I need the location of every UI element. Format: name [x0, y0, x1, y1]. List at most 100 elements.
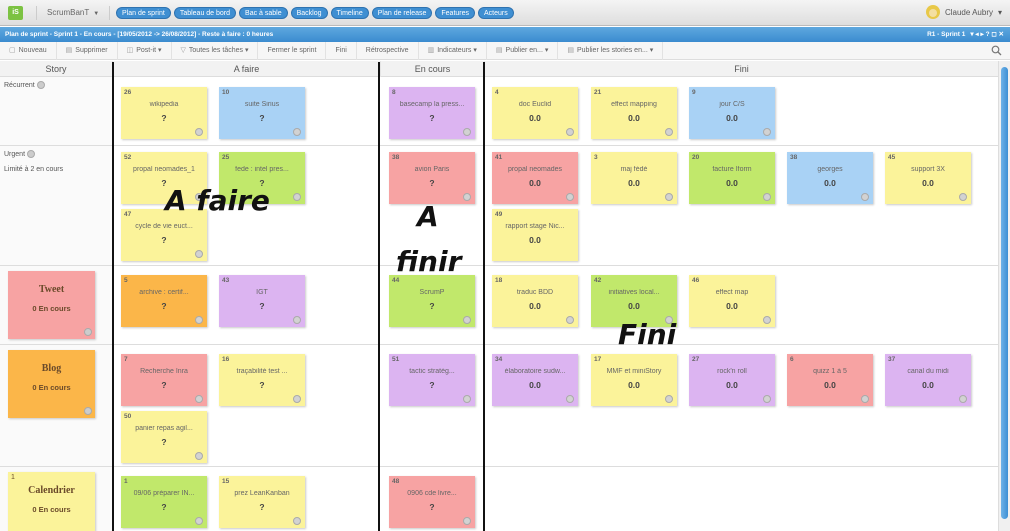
status-icon[interactable]: [195, 128, 203, 136]
nav-acteurs[interactable]: Acteurs: [478, 7, 514, 19]
status-icon[interactable]: [959, 395, 967, 403]
card-value: ?: [259, 502, 265, 512]
task-card[interactable]: 6 quizz 1 à 5 0.0: [787, 354, 873, 406]
status-icon[interactable]: [763, 316, 771, 324]
status-icon[interactable]: [763, 395, 771, 403]
status-icon[interactable]: [293, 517, 301, 525]
story-card-calendrier[interactable]: 1 Calendrier 0 En cours: [8, 472, 95, 531]
story-card-tweet[interactable]: Tweet 0 En cours: [8, 271, 95, 339]
status-icon[interactable]: [463, 193, 471, 201]
task-card[interactable]: 20 facture Iform 0.0: [689, 152, 775, 204]
nav-backlog[interactable]: Backlog: [290, 7, 328, 19]
status-icon[interactable]: [463, 316, 471, 324]
status-icon[interactable]: [566, 128, 574, 136]
card-title: rapport stage Nic...: [505, 223, 565, 230]
status-icon[interactable]: [195, 250, 203, 258]
nav-plan-de-release[interactable]: Plan de release: [371, 7, 433, 19]
task-card[interactable]: 46 effect map 0.0: [689, 275, 775, 327]
status-icon[interactable]: [861, 395, 869, 403]
search-icon[interactable]: [991, 45, 1002, 56]
status-icon[interactable]: [195, 395, 203, 403]
task-card[interactable]: 7 Recherche Inra?: [121, 354, 207, 406]
task-card[interactable]: 15 prez LeanKanban?: [219, 476, 305, 528]
nav-tableau-de-bord[interactable]: Tableau de bord: [173, 7, 237, 19]
delete-button[interactable]: ▤ Supprimer: [57, 41, 118, 60]
nav-bac-a-sable[interactable]: Bac à sable: [239, 7, 288, 19]
status-icon[interactable]: [293, 316, 301, 324]
task-card[interactable]: 5 archive : certif...?: [121, 275, 207, 327]
task-card[interactable]: 27 rock'n roll 0.0: [689, 354, 775, 406]
task-card[interactable]: 21 effect mapping 0.0: [591, 87, 677, 139]
filter-tasks-button[interactable]: ▽ Toutes les tâches ▾: [172, 41, 259, 60]
task-card[interactable]: 38 georges 0.0: [787, 152, 873, 204]
status-icon[interactable]: [463, 128, 471, 136]
task-card[interactable]: 16 traçabilité test ...?: [219, 354, 305, 406]
task-card[interactable]: 17 MMF et miniStory 0.0: [591, 354, 677, 406]
status-icon[interactable]: [665, 128, 673, 136]
user-menu[interactable]: Claude Aubry ▾: [925, 5, 1002, 19]
gear-icon[interactable]: [84, 328, 92, 336]
task-card[interactable]: 26 wikipedia?: [121, 87, 207, 139]
status-icon[interactable]: [763, 193, 771, 201]
task-card[interactable]: 9 jour C/S 0.0: [689, 87, 775, 139]
story-card-blog[interactable]: Blog 0 En cours: [8, 350, 95, 418]
status-icon[interactable]: [293, 128, 301, 136]
task-card[interactable]: 38 avion Paris?: [389, 152, 475, 204]
status-icon[interactable]: [463, 395, 471, 403]
task-card[interactable]: 3 maj fédé 0.0: [591, 152, 677, 204]
task-card[interactable]: 18 traduc BDD 0.0: [492, 275, 578, 327]
status-icon[interactable]: [665, 193, 673, 201]
scrollbar-thumb[interactable]: [1001, 67, 1008, 519]
status-icon[interactable]: [566, 193, 574, 201]
task-card[interactable]: 1 09/06 préparer IN...?: [121, 476, 207, 528]
task-card[interactable]: 50 panier repas agil...?: [121, 411, 207, 463]
task-card[interactable]: 51 tactic stratég...?: [389, 354, 475, 406]
postit-button[interactable]: ◫ Post-it ▾: [118, 41, 172, 60]
publish-stories-button[interactable]: ▤ Publier les stories en... ▾: [558, 41, 664, 60]
task-card[interactable]: 43 IGT?: [219, 275, 305, 327]
status-icon[interactable]: [195, 517, 203, 525]
status-icon[interactable]: [665, 395, 673, 403]
publish-button[interactable]: ▤ Publier en... ▾: [487, 41, 559, 60]
nav-features[interactable]: Features: [435, 7, 476, 19]
status-icon[interactable]: [463, 517, 471, 525]
status-icon[interactable]: [959, 193, 967, 201]
task-card[interactable]: 41 propal neomades 0.0: [492, 152, 578, 204]
nav-plan-de-sprint[interactable]: Plan de sprint: [116, 7, 171, 19]
project-selector[interactable]: ScrumBanT ▼: [36, 6, 111, 20]
status-icon[interactable]: [293, 395, 301, 403]
gear-icon[interactable]: [26, 150, 35, 158]
task-card[interactable]: 45 support 3X 0.0: [885, 152, 971, 204]
task-card[interactable]: 10 suite Sirius?: [219, 87, 305, 139]
status-icon[interactable]: [195, 316, 203, 324]
nav-timeline[interactable]: Timeline: [330, 7, 369, 19]
task-card[interactable]: 48 0906 cde livre...?: [389, 476, 475, 528]
task-card[interactable]: 37 canal du midi 0.0: [885, 354, 971, 406]
card-value: ?: [161, 113, 167, 123]
task-card[interactable]: 34 élaboratoire sudw... 0.0: [492, 354, 578, 406]
app-logo[interactable]: iS: [8, 6, 23, 20]
task-card[interactable]: 49 rapport stage Nic... 0.0: [492, 209, 578, 261]
vertical-scrollbar[interactable]: [998, 61, 1010, 531]
close-sprint-button[interactable]: Fermer le sprint: [258, 41, 327, 60]
task-card[interactable]: 44 ScrumP?: [389, 275, 475, 327]
window-controls[interactable]: ▾ ◂ ▸ ? ◻ ✕: [970, 27, 1004, 42]
gear-icon[interactable]: [84, 407, 92, 415]
status-icon[interactable]: [566, 395, 574, 403]
sprint-selector[interactable]: R1 - Sprint 1: [927, 27, 965, 42]
status-icon[interactable]: [763, 128, 771, 136]
done-button[interactable]: Fini: [326, 41, 357, 60]
card-title: suite Sirius: [244, 101, 280, 108]
task-card[interactable]: 4 doc Euclid 0.0: [492, 87, 578, 139]
card-number: 43: [222, 277, 230, 284]
kanban-board: Récurrent Urgent Limité à 2 en cours Twe…: [0, 77, 998, 531]
new-button[interactable]: ▢ Nouveau: [0, 41, 57, 60]
status-icon[interactable]: [566, 316, 574, 324]
status-icon[interactable]: [293, 193, 301, 201]
retrospective-button[interactable]: Rétrospective: [357, 41, 419, 60]
status-icon[interactable]: [861, 193, 869, 201]
status-icon[interactable]: [195, 452, 203, 460]
indicators-button[interactable]: ▥ Indicateurs ▾: [419, 41, 487, 60]
gear-icon[interactable]: [36, 81, 45, 89]
task-card[interactable]: 8 basecamp la press...?: [389, 87, 475, 139]
